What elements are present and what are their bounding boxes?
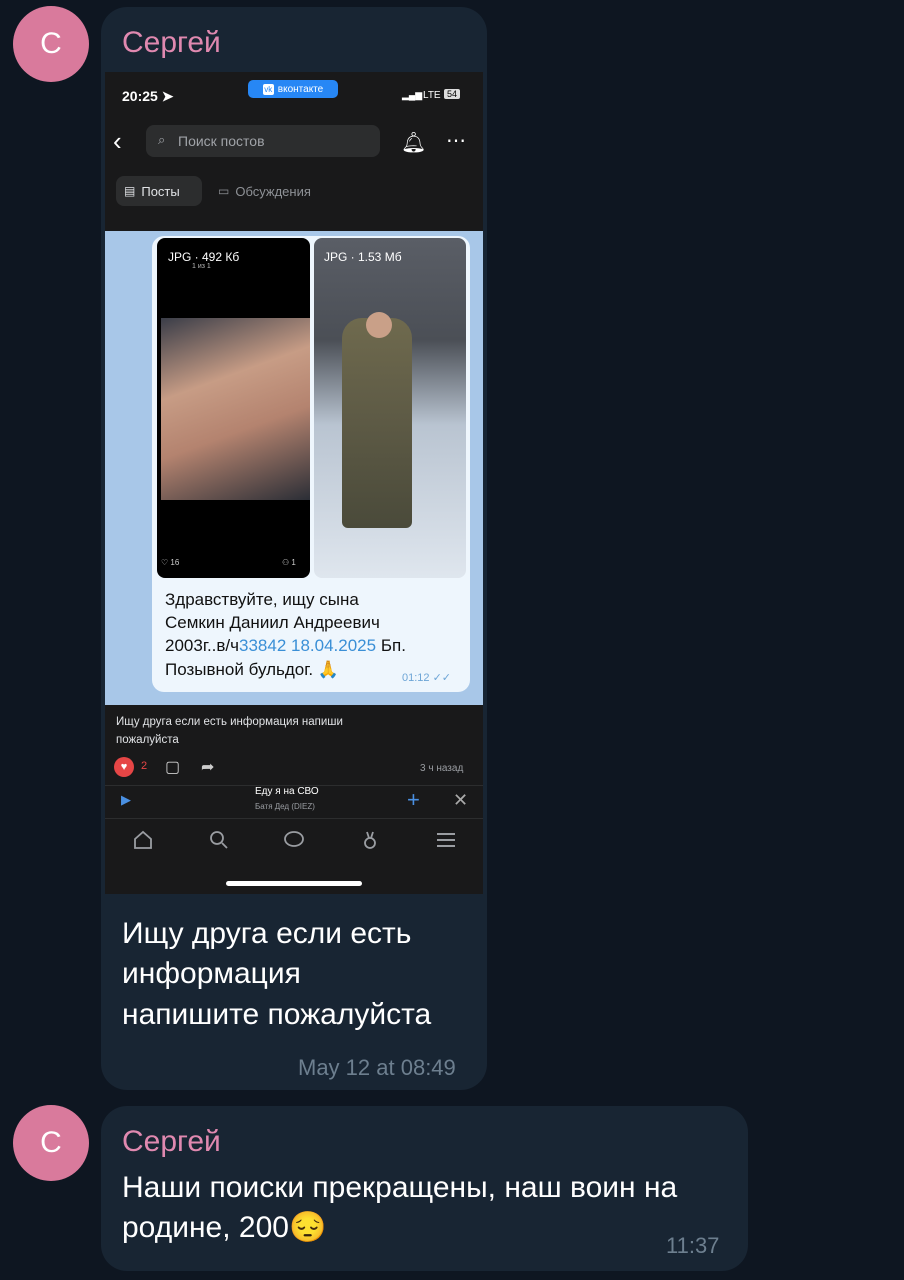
search-input[interactable]: ⌕ Поиск постов bbox=[146, 125, 380, 157]
message-time: May 12 at 08:49 bbox=[298, 1055, 456, 1080]
photo2-label: JPG · 1.53 Мб bbox=[324, 250, 402, 264]
message-text-line: родине, 200😔 bbox=[122, 1211, 327, 1244]
like-icon[interactable]: ♥ bbox=[114, 757, 134, 777]
tab-posts[interactable]: ▤ Посты bbox=[116, 176, 202, 206]
photo1-label: JPG · 492 Кб bbox=[168, 250, 240, 264]
messages-icon[interactable] bbox=[282, 828, 306, 852]
battery-icon: 54 bbox=[444, 89, 461, 99]
home-icon[interactable] bbox=[131, 828, 155, 852]
tg-time: 01:12 ✓✓ bbox=[402, 672, 452, 684]
message-text-line: информация bbox=[122, 957, 301, 990]
message-text-line: напишите пожалуйста bbox=[122, 998, 432, 1031]
message-text-line: Ищу друга если есть bbox=[122, 917, 412, 950]
tab-discussions[interactable]: ▭ Обсуждения bbox=[214, 176, 334, 206]
close-icon[interactable]: ✕ bbox=[453, 790, 468, 811]
post-time-ago: 3 ч назад bbox=[420, 763, 464, 774]
more-icon[interactable]: ⋯ bbox=[446, 128, 466, 153]
share-icon[interactable]: ➦ bbox=[201, 757, 214, 777]
search-icon[interactable] bbox=[207, 828, 231, 852]
sender-name[interactable]: Сергей bbox=[122, 26, 221, 60]
sender-name[interactable]: Сергей bbox=[122, 1125, 221, 1159]
vk-logo-icon: vk bbox=[262, 83, 274, 95]
message-text-line: Наши поиски прекращены, наш воин на bbox=[122, 1171, 678, 1204]
chat-icon: ▭ bbox=[218, 184, 230, 198]
like-count: 2 bbox=[141, 760, 148, 772]
network-type: LTE bbox=[423, 90, 441, 101]
post-caption-line-1: Ищу друга если есть информация напиши bbox=[116, 716, 343, 728]
home-indicator bbox=[226, 881, 362, 886]
photo1-sub: 1 из 1 bbox=[192, 263, 211, 270]
clips-icon[interactable] bbox=[358, 828, 382, 852]
sender-avatar[interactable]: С bbox=[13, 1105, 89, 1181]
tg-line-3: 2003г..в/ч33842 18.04.2025 Бп. bbox=[165, 636, 406, 655]
play-icon[interactable]: ▶ bbox=[121, 792, 131, 808]
player-artist: Батя Дед (DIEZ) bbox=[255, 802, 315, 811]
sender-avatar[interactable]: С bbox=[13, 6, 89, 82]
post-caption-line-2: пожалуйста bbox=[116, 734, 179, 746]
photo-portrait: ♡ 16 ⚇ 1 bbox=[157, 238, 310, 578]
back-arrow-icon[interactable]: ‹ bbox=[113, 126, 122, 157]
tg-line-4: Позывной бульдог. 🙏 bbox=[165, 660, 339, 679]
bell-icon[interactable]: 🔔︎ bbox=[401, 130, 426, 155]
search-icon: ⌕ bbox=[158, 132, 166, 147]
photo-outdoor bbox=[314, 238, 466, 578]
posts-icon: ▤ bbox=[124, 184, 136, 198]
comment-icon[interactable]: ▢ bbox=[165, 757, 180, 777]
tg-line-1: Здравствуйте, ищу сына bbox=[165, 590, 359, 609]
player-title: Еду я на СВО bbox=[255, 786, 319, 797]
vk-badge: vk вконтакте bbox=[248, 80, 338, 98]
message-time: 11:37 bbox=[666, 1233, 720, 1258]
add-icon[interactable]: + bbox=[407, 787, 420, 813]
divider bbox=[105, 818, 483, 819]
menu-icon[interactable] bbox=[434, 828, 458, 852]
signal-icon: ▂▄▆ bbox=[402, 90, 423, 100]
status-time: 20:25 ➤ bbox=[122, 88, 174, 104]
tg-line-2: Семкин Даниил Андреевич bbox=[165, 613, 380, 632]
